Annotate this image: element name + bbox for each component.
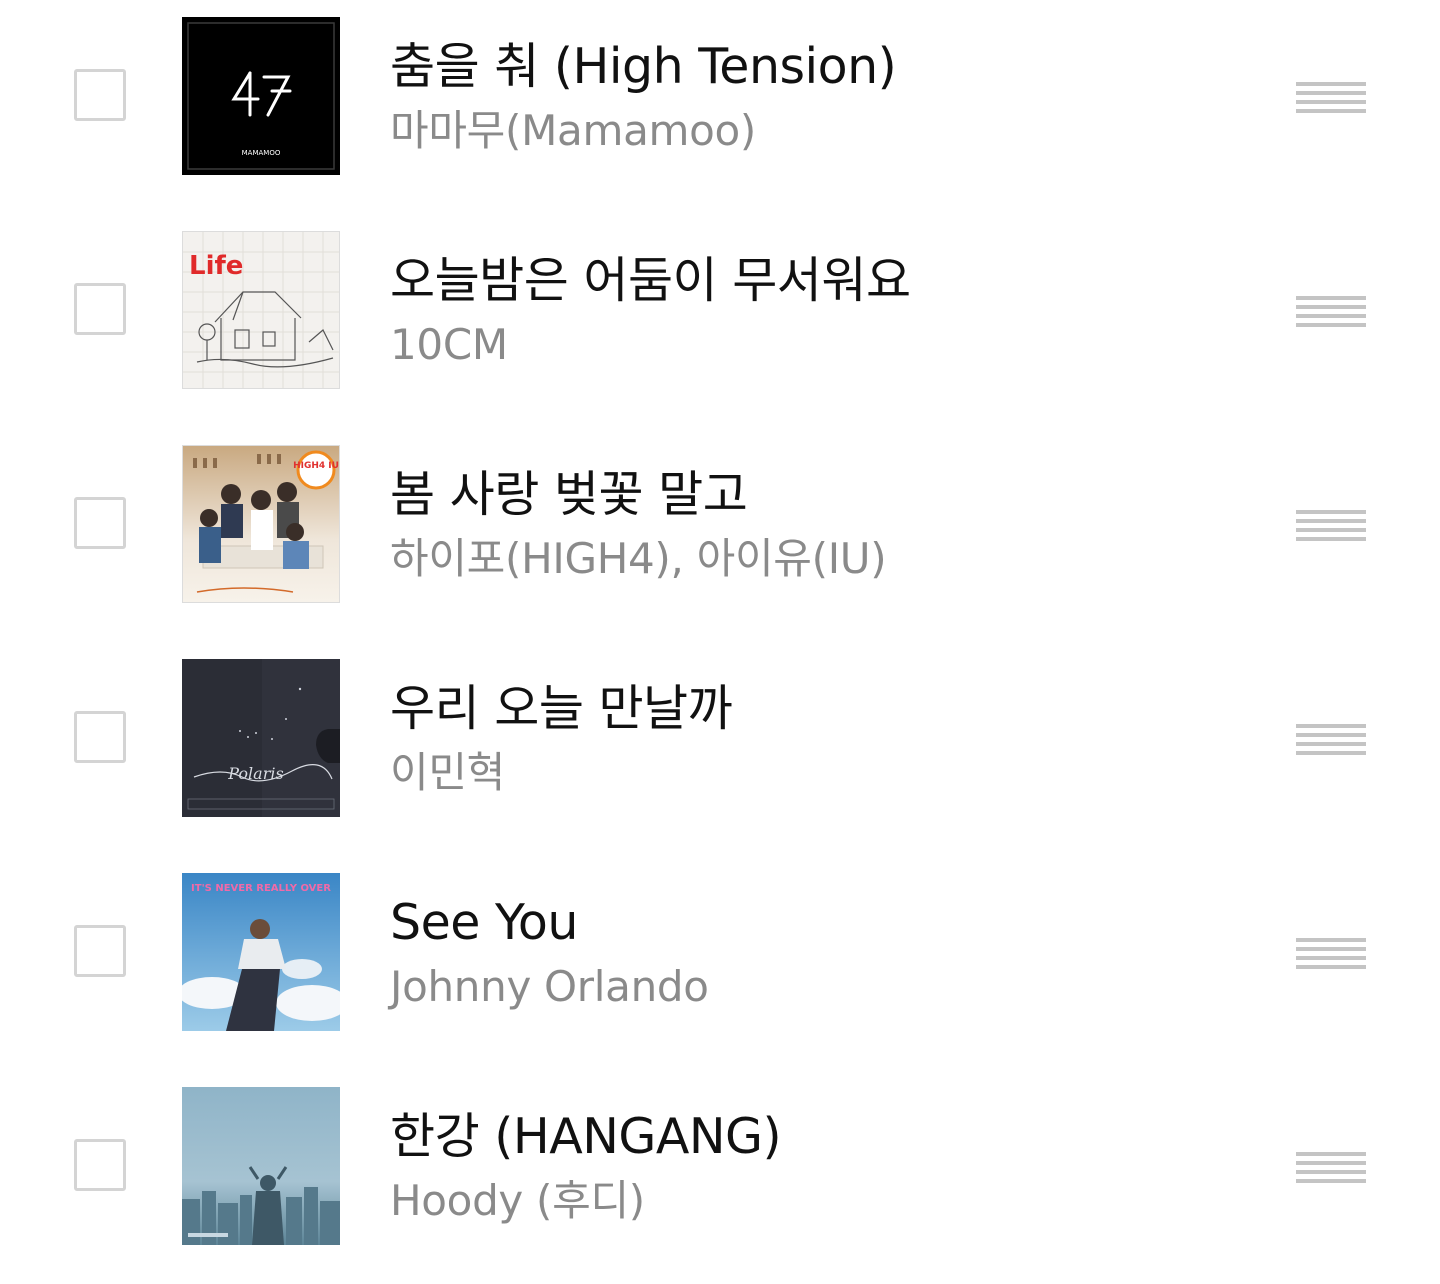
song-title: 우리 오늘 만날까 [390,680,733,737]
cover-logo-text: MAMAMOO [242,149,281,157]
drag-handle-icon[interactable] [1296,82,1366,113]
cover-logo-text: Life [189,251,243,281]
song-row[interactable]: HIGH4 IU 봄 사랑 벚꽃 말고 하이포(HIGH4), 아이유(IU) [0,428,1440,642]
song-row[interactable]: Polaris 우리 오늘 만날까 이민혁 [0,642,1440,856]
drag-handle-icon[interactable] [1296,938,1366,969]
song-artist: 이민혁 [390,748,506,797]
song-row[interactable]: MAMAMOO 춤을 춰 (High Tension) 마마무(Mamamoo) [0,0,1440,214]
song-artist: Johnny Orlando [390,962,709,1011]
drag-handle-icon[interactable] [1296,510,1366,541]
drag-handle-icon[interactable] [1296,724,1366,755]
album-cover[interactable]: MAMAMOO [182,17,340,175]
song-row[interactable]: Life 오늘밤은 어둠이 무서워요 10CM [0,214,1440,428]
song-title: 봄 사랑 벚꽃 말고 [390,466,748,523]
album-cover[interactable] [182,1087,340,1245]
select-checkbox[interactable] [74,497,126,549]
song-artist: Hoody (후디) [390,1176,645,1225]
select-checkbox[interactable] [74,69,126,121]
cover-logo-text: Polaris [227,764,283,783]
song-artist: 마마무(Mamamoo) [390,106,757,155]
album-cover[interactable]: HIGH4 IU [182,445,340,603]
select-checkbox[interactable] [74,1139,126,1191]
select-checkbox[interactable] [74,925,126,977]
album-cover[interactable]: IT'S NEVER REALLY OVER [182,873,340,1031]
select-checkbox[interactable] [74,711,126,763]
select-checkbox[interactable] [74,283,126,335]
album-cover[interactable]: Polaris [182,659,340,817]
album-cover[interactable]: Life [182,231,340,389]
drag-handle-icon[interactable] [1296,1152,1366,1183]
drag-handle-icon[interactable] [1296,296,1366,327]
song-artist: 10CM [390,320,508,369]
song-row[interactable]: 한강 (HANGANG) Hoody (후디) [0,1070,1440,1284]
song-title: 오늘밤은 어둠이 무서워요 [390,252,911,309]
song-row[interactable]: IT'S NEVER REALLY OVER See You Johnny Or… [0,856,1440,1070]
song-title: 한강 (HANGANG) [390,1108,782,1165]
cover-logo-text: IT'S NEVER REALLY OVER [191,883,331,894]
playlist: MAMAMOO 춤을 춰 (High Tension) 마마무(Mamamoo)… [0,0,1440,1266]
cover-logo-text: HIGH4 IU [293,461,339,471]
song-artist: 하이포(HIGH4), 아이유(IU) [390,534,887,583]
song-title: 춤을 춰 (High Tension) [390,38,897,95]
song-title: See You [390,894,578,951]
